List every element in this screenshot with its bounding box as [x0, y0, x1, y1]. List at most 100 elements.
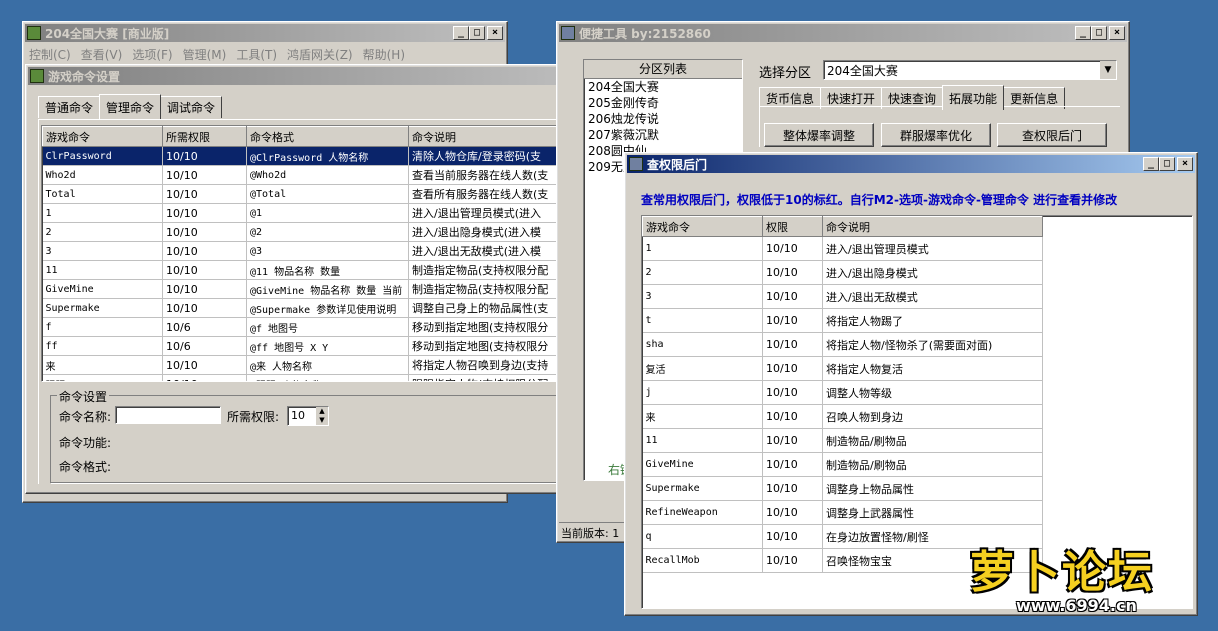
col-header-command[interactable]: 游戏命令	[42, 126, 163, 147]
table-row[interactable]: 3 10/10 @3 进入/退出无敌模式(进入模	[42, 241, 582, 261]
perm-spinner[interactable]: 10 ▲ ▼	[287, 406, 329, 426]
close-button[interactable]: ×	[1109, 26, 1125, 40]
table-row[interactable]: 3 10/10 进入/退出无敌模式	[642, 284, 1043, 309]
table-row[interactable]: sha 10/10 将指定人物/怪物杀了(需要面对面)	[642, 332, 1043, 357]
table-row[interactable]: j 10/10 调整人物等级	[642, 380, 1043, 405]
menu-control[interactable]: 控制(C)	[29, 46, 71, 63]
app-icon	[27, 26, 41, 40]
cell-command: 11	[642, 428, 763, 453]
cmd-table: 游戏命令 所需权限 命令格式 命令说明 ClrPassword 10/10 @Clr…	[42, 126, 582, 381]
minimize-button[interactable]: _	[1075, 26, 1091, 40]
cell-format: @来 人物名称	[246, 355, 409, 375]
table-row[interactable]: Who2d 10/10 @Who2d 查看当前服务器在线人数(支	[42, 165, 582, 185]
check-perm-backdoor-button[interactable]: 查权限后门	[997, 123, 1107, 147]
table-row[interactable]: 复活 10/10 将指定人物复活	[642, 356, 1043, 381]
minimize-button[interactable]: _	[1143, 157, 1159, 171]
table-row[interactable]: 2 10/10 进入/退出隐身模式	[642, 260, 1043, 285]
tab-extensions[interactable]: 拓展功能	[942, 85, 1005, 110]
table-row[interactable]: 来 10/10 召唤人物到身边	[642, 404, 1043, 429]
table-row[interactable]: 1 10/10 进入/退出管理员模式	[642, 236, 1043, 261]
partition-item[interactable]: 206烛龙传说	[588, 111, 742, 127]
partition-select-value: 204全国大赛	[827, 64, 898, 78]
table-row[interactable]: RefineWeapon 10/10 调整身上武器属性	[642, 500, 1043, 525]
cell-permission: 10/10	[162, 241, 247, 261]
cell-permission: 10/10	[762, 476, 823, 501]
partition-item[interactable]: 207紫薇沉默	[588, 127, 742, 143]
table-row[interactable]: Total 10/10 @Total 查看所有服务器在线人数(支	[42, 184, 582, 204]
cell-command: RecallMob	[642, 548, 763, 573]
select-partition-label: 选择分区	[759, 66, 812, 81]
main-title-bar[interactable]: 204全国大赛 [商业版] _ □ ×	[25, 24, 505, 42]
close-button[interactable]: ×	[487, 26, 503, 40]
cell-command: 踢踢	[42, 374, 163, 381]
tool-icon	[561, 26, 575, 40]
table-row[interactable]: ff 10/6 @ff 地图号 X Y 移动到指定地图(支持权限分	[42, 336, 582, 356]
cmd-settings-group: 命令设置 命令名称: 所需权限: 10 ▲ ▼ 命令功能: 命令格式:	[50, 388, 592, 483]
col-header-description[interactable]: 命令说明	[822, 216, 1043, 237]
tool-title: 便捷工具 by:2152860	[579, 26, 711, 41]
perm-notice: 查常用权限后门，权限低于10的标红。自行M2-选项-游戏命令-管理命令 进行查看…	[641, 193, 1118, 207]
cell-command: sha	[642, 332, 763, 357]
menu-view[interactable]: 查看(V)	[81, 46, 123, 63]
table-row[interactable]: GiveMine 10/10 @GiveMine 物品名称 数量 当前 制造指定物品(…	[42, 279, 582, 299]
cell-permission: 10/10	[162, 165, 247, 185]
cell-command: 来	[642, 404, 763, 429]
menu-options[interactable]: 选项(F)	[132, 46, 172, 63]
watermark-logo: 萝卜论坛 www.6994.cn	[966, 536, 1206, 626]
partition-item[interactable]: 204全国大赛	[588, 79, 742, 95]
cmd-tabs: 普通命令 管理命令 调试命令	[38, 93, 606, 119]
table-row[interactable]: f 10/6 @f 地图号 移动到指定地图(支持权限分	[42, 317, 582, 337]
table-row[interactable]: 2 10/10 @2 进入/退出隐身模式(进入模	[42, 222, 582, 242]
menu-help[interactable]: 帮助(H)	[363, 46, 405, 63]
close-button[interactable]: ×	[1177, 157, 1193, 171]
table-row[interactable]: GiveMine 10/10 制造物品/刷物品	[642, 452, 1043, 477]
table-row[interactable]: t 10/10 将指定人物踢了	[642, 308, 1043, 333]
tab-debug-commands[interactable]: 调试命令	[160, 96, 223, 118]
menu-manage[interactable]: 管理(M)	[183, 46, 227, 63]
partition-select[interactable]: 204全国大赛 ▼	[823, 60, 1117, 80]
partition-item[interactable]: 205金刚传奇	[588, 95, 742, 111]
cell-command: 3	[42, 241, 163, 261]
table-row[interactable]: 来 10/10 @来 人物名称 将指定人物召唤到身边(支持	[42, 355, 582, 375]
perm-title-bar[interactable]: 查权限后门 _ □ ×	[627, 155, 1195, 173]
group-drop-rate-button[interactable]: 群服爆率优化	[881, 123, 991, 147]
col-header-permission[interactable]: 所需权限	[162, 126, 247, 147]
maximize-button[interactable]: □	[1091, 26, 1107, 40]
cmd-title-bar[interactable]: 游戏命令设置	[28, 67, 604, 85]
cell-command: q	[642, 524, 763, 549]
table-row[interactable]: 11 10/10 @11 物品名称 数量 制造指定物品(支持权限分配	[42, 260, 582, 280]
cell-command: t	[642, 308, 763, 333]
watermark-brand: 萝卜论坛	[970, 547, 1154, 598]
cmd-name-input[interactable]	[115, 406, 221, 424]
cell-description: 调整人物等级	[822, 380, 1043, 405]
table-row[interactable]: ClrPassword 10/10 @ClrPassword 人物名称 清除人物仓库/…	[42, 146, 582, 166]
col-header-format[interactable]: 命令格式	[246, 126, 409, 147]
cmd-table-container[interactable]: 游戏命令 所需权限 命令格式 命令说明 ClrPassword 10/10 @Clr…	[41, 125, 583, 382]
menu-tools[interactable]: 工具(T)	[236, 46, 277, 63]
cell-command: 11	[42, 260, 163, 280]
cell-description: 制造物品/刷物品	[822, 428, 1043, 453]
minimize-button[interactable]: _	[453, 26, 469, 40]
cell-command: GiveMine	[42, 279, 163, 299]
spinner-arrows-icon[interactable]: ▲ ▼	[316, 407, 328, 425]
table-row[interactable]: 1 10/10 @1 进入/退出管理员模式(进入	[42, 203, 582, 223]
overall-drop-rate-button[interactable]: 整体爆率调整	[764, 123, 874, 147]
cell-command: Supermake	[642, 476, 763, 501]
version-status: 当前版本: 1	[561, 527, 620, 540]
main-title: 204全国大赛 [商业版]	[45, 26, 170, 41]
tab-normal-commands[interactable]: 普通命令	[38, 96, 101, 118]
maximize-button[interactable]: □	[469, 26, 485, 40]
cell-permission: 10/10	[762, 332, 823, 357]
chevron-down-icon[interactable]: ▼	[1100, 61, 1116, 79]
table-row[interactable]: 踢踢10/10@踢踢 人物名称踢踢指定人物(支持权限分配	[42, 374, 582, 381]
menu-gateway[interactable]: 鸿盾网关(Z)	[287, 46, 353, 63]
tool-title-bar[interactable]: 便捷工具 by:2152860 _ □ ×	[559, 24, 1127, 42]
table-row[interactable]: Supermake 10/10 @Supermake 参数详见使用说明 调整自己身上的…	[42, 298, 582, 318]
table-row[interactable]: 11 10/10 制造物品/刷物品	[642, 428, 1043, 453]
col-header-command[interactable]: 游戏命令	[642, 216, 763, 237]
tab-admin-commands[interactable]: 管理命令	[99, 94, 162, 119]
maximize-button[interactable]: □	[1159, 157, 1175, 171]
table-row[interactable]: Supermake 10/10 调整身上物品属性	[642, 476, 1043, 501]
cell-permission: 10/10	[162, 146, 247, 166]
col-header-permission[interactable]: 权限	[762, 216, 823, 237]
